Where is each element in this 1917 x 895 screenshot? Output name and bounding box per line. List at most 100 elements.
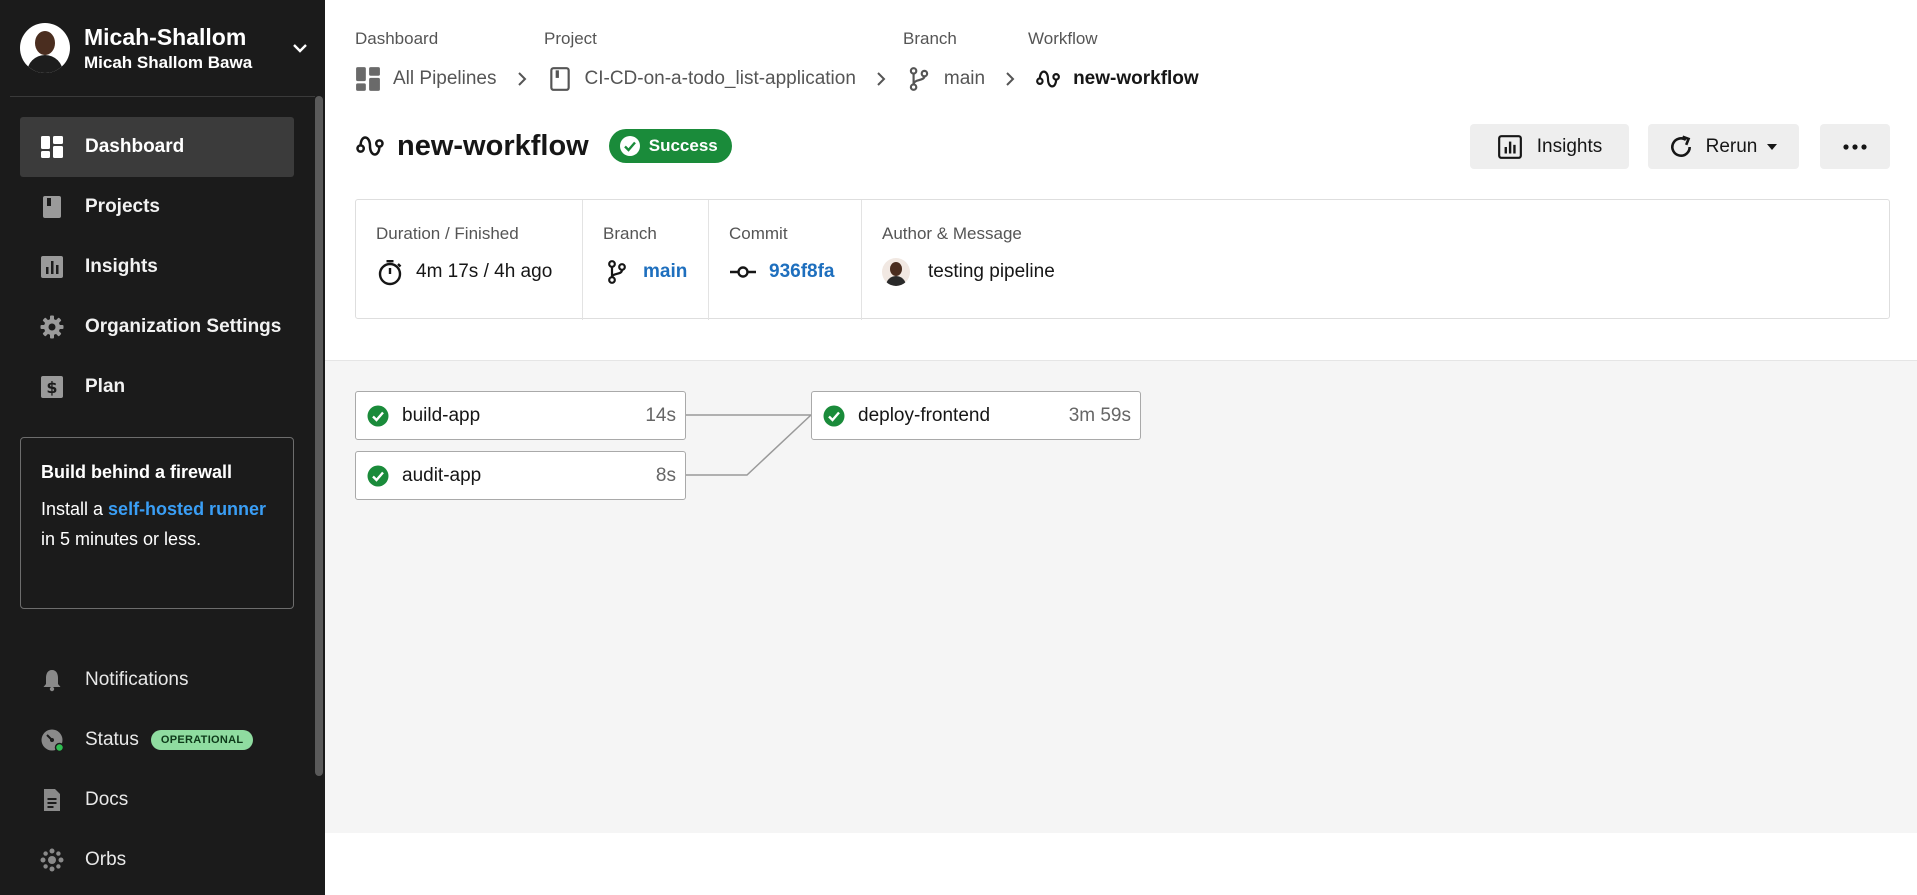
sidebar-item-label: Projects	[85, 196, 160, 217]
job-duration: 14s	[645, 404, 676, 426]
chevron-down-icon[interactable]	[290, 38, 310, 58]
crumb-label-branch: Branch	[903, 29, 957, 48]
sidebar-item-docs[interactable]: Docs	[20, 770, 294, 830]
status-icon	[41, 729, 64, 752]
commit-message: testing pipeline	[928, 261, 1055, 282]
status-badge: Success	[608, 129, 732, 163]
sidebar-item-dashboard[interactable]: Dashboard	[20, 117, 294, 177]
commit-link[interactable]: 936f8fa	[769, 261, 835, 283]
sidebar-item-insights[interactable]: Insights	[20, 237, 294, 297]
workflow-info-card: Duration / Finished 4m 17s / 4h ago Bran…	[355, 199, 1890, 320]
sidebar-item-label: Plan	[85, 376, 126, 397]
sidebar-item-plan[interactable]: $ Plan	[20, 357, 294, 417]
operational-badge: OPERATIONAL	[150, 730, 254, 750]
stopwatch-icon	[378, 260, 402, 286]
sidebar-item-label: Orbs	[85, 849, 127, 870]
rerun-button-label: Rerun	[1705, 135, 1758, 157]
promo-text: Install a self-hosted runner in 5 minute…	[41, 494, 273, 554]
crumb-all-pipelines[interactable]: All Pipelines	[355, 66, 497, 92]
crumb-label-dashboard: Dashboard	[355, 29, 439, 48]
branch-label: Branch	[603, 224, 657, 243]
crumb-text: main	[943, 68, 986, 89]
sidebar-item-projects[interactable]: Projects	[20, 177, 294, 237]
chevron-right-icon	[1006, 72, 1015, 86]
sidebar-nav: Dashboard Projects Insights Organization…	[20, 117, 294, 417]
duration-value: 4m 17s / 4h ago	[416, 261, 553, 282]
duration-value-row: 4m 17s / 4h ago	[356, 258, 582, 286]
insights-button-label: Insights	[1536, 135, 1603, 157]
branch-value-row: main	[583, 258, 708, 286]
workflow-icon	[356, 136, 384, 156]
docs-icon	[44, 789, 60, 811]
sidebar-scrollbar[interactable]	[315, 96, 323, 776]
job-build-app[interactable]: build-app 14s	[355, 391, 686, 440]
rerun-button[interactable]: Rerun	[1648, 124, 1799, 169]
crumb-workflow[interactable]: new-workflow	[1035, 66, 1199, 92]
crumb-branch[interactable]: main	[906, 66, 985, 92]
rerun-icon	[1670, 134, 1691, 157]
crumb-project[interactable]: CI-CD-on-a-todo_list-application	[547, 66, 856, 92]
promo-title: Build behind a firewall	[41, 462, 233, 482]
promo-text-after: in 5 minutes or less.	[41, 529, 202, 549]
sidebar-item-organization-settings[interactable]: Organization Settings	[20, 297, 294, 357]
caret-down-icon	[1767, 143, 1778, 150]
job-name: audit-app	[402, 464, 482, 486]
sidebar-item-label: Organization Settings	[85, 316, 282, 337]
crumb-text: new-workflow	[1073, 68, 1199, 89]
org-switcher[interactable]: Micah-Shallom Micah Shallom Bawa	[20, 22, 310, 74]
job-deploy-frontend[interactable]: deploy-frontend 3m 59s	[811, 391, 1141, 440]
author-value-row: testing pipeline	[862, 258, 1161, 286]
project-book-icon	[549, 67, 570, 91]
crumb-text: All Pipelines	[393, 68, 497, 89]
more-horizontal-icon	[1843, 143, 1867, 150]
sidebar-item-label: Notifications	[85, 669, 189, 690]
breadcrumb-labels: Dashboard Project Branch Workflow	[325, 29, 1917, 49]
check-circle-icon	[619, 136, 640, 156]
self-hosted-runner-link[interactable]: self-hosted runner	[108, 499, 266, 519]
insights-icon	[1497, 134, 1522, 159]
check-circle-icon	[367, 405, 389, 426]
insights-icon	[41, 256, 63, 278]
breadcrumb: All Pipelines CI-CD-on-a-todo_list-appli…	[355, 64, 1199, 94]
branch-link[interactable]: main	[643, 261, 687, 283]
sidebar-item-status[interactable]: Status OPERATIONAL	[20, 710, 294, 770]
svg-text:$: $	[46, 378, 57, 397]
sidebar-item-label: Status	[85, 729, 139, 750]
projects-icon	[43, 196, 61, 218]
sidebar-bottom-nav: Notifications Status OPERATIONAL Docs Or…	[20, 650, 294, 890]
plan-icon: $	[41, 376, 63, 398]
sidebar-item-notifications[interactable]: Notifications	[20, 650, 294, 710]
branch-icon	[909, 67, 929, 91]
sidebar-item-orbs[interactable]: Orbs	[20, 830, 294, 890]
dashboard-icon	[41, 136, 63, 158]
sidebar-item-label: Docs	[85, 789, 129, 810]
duration-section: Duration / Finished 4m 17s / 4h ago	[356, 200, 582, 320]
user-name: Micah Shallom Bawa	[84, 52, 253, 72]
job-name: deploy-frontend	[858, 404, 991, 426]
sidebar-item-label: Dashboard	[85, 136, 185, 157]
connector-audit-to-deploy	[686, 414, 812, 476]
author-label: Author & Message	[882, 224, 1022, 243]
bell-icon	[43, 670, 61, 692]
page-title: new-workflow	[397, 129, 589, 162]
branch-icon	[608, 260, 626, 284]
author-avatar[interactable]	[882, 258, 910, 286]
promo-text-before: Install a	[41, 499, 109, 519]
gear-icon	[40, 315, 64, 339]
commit-section: Commit 936f8fa	[708, 200, 861, 320]
job-duration: 8s	[655, 464, 676, 486]
more-actions-button[interactable]	[1820, 124, 1890, 169]
main-content: Dashboard Project Branch Workflow All Pi…	[325, 0, 1917, 895]
workflow-header: new-workflow Success	[355, 126, 732, 166]
insights-button[interactable]: Insights	[1470, 124, 1629, 169]
chevron-right-icon	[877, 72, 886, 86]
commit-value-row: 936f8fa	[709, 258, 861, 286]
job-audit-app[interactable]: audit-app 8s	[355, 451, 686, 500]
workflow-icon	[1036, 70, 1060, 88]
check-circle-icon	[367, 465, 389, 486]
chevron-right-icon	[517, 72, 526, 86]
commit-icon	[730, 266, 756, 278]
status-text: Success	[648, 136, 718, 155]
duration-label: Duration / Finished	[376, 224, 519, 243]
org-name: Micah-Shallom	[84, 23, 247, 50]
